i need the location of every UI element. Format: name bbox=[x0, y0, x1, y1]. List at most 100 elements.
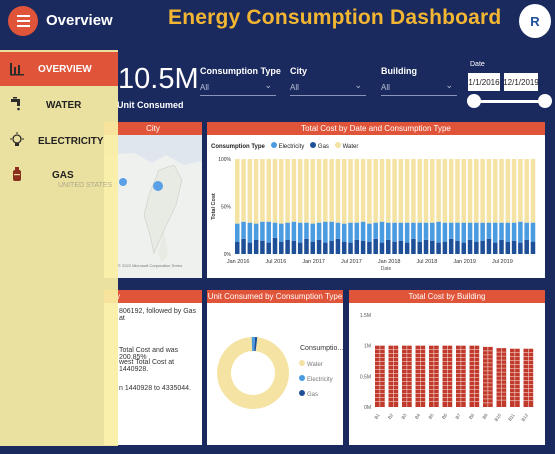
building-bar[interactable] bbox=[442, 345, 453, 407]
bar-segment-electricity[interactable] bbox=[467, 222, 473, 240]
map-city-marker[interactable] bbox=[119, 178, 127, 186]
cost-by-date-chart[interactable]: 0% 50% 100% Jan 2016 Jul 2016 Jan 2017 Jul 201… bbox=[207, 135, 545, 278]
bar-segment-electricity[interactable] bbox=[398, 222, 404, 241]
bar-segment-gas[interactable] bbox=[474, 241, 479, 254]
bar-segment-water[interactable] bbox=[430, 159, 435, 223]
building-bar[interactable] bbox=[429, 345, 439, 407]
bar-segment-electricity[interactable] bbox=[272, 222, 278, 238]
bar-segment-water[interactable] bbox=[373, 159, 378, 223]
bar-segment-water[interactable] bbox=[392, 159, 397, 223]
bar-segment-electricity[interactable] bbox=[360, 221, 366, 241]
building-bar[interactable] bbox=[523, 348, 534, 407]
bar-segment-electricity[interactable] bbox=[455, 222, 460, 241]
building-select[interactable]: All ⌄ bbox=[381, 80, 457, 96]
bar-segment-water[interactable] bbox=[304, 159, 309, 223]
bar-segment-electricity[interactable] bbox=[373, 222, 378, 239]
bar-segment-gas[interactable] bbox=[448, 238, 454, 254]
bar-segment-water[interactable] bbox=[486, 159, 492, 223]
bar-segment-water[interactable] bbox=[360, 159, 366, 222]
bar-segment-water[interactable] bbox=[316, 159, 322, 223]
bar-segment-gas[interactable] bbox=[310, 241, 316, 254]
bar-segment-water[interactable] bbox=[474, 159, 479, 223]
bar-segment-gas[interactable] bbox=[411, 238, 416, 254]
bar-segment-water[interactable] bbox=[386, 159, 391, 223]
bar-segment-gas[interactable] bbox=[486, 238, 492, 254]
bar-segment-gas[interactable] bbox=[511, 240, 517, 254]
bar-segment-gas[interactable] bbox=[279, 241, 284, 254]
building-bar[interactable] bbox=[483, 346, 493, 407]
bar-segment-gas[interactable] bbox=[241, 238, 246, 254]
bar-segment-water[interactable] bbox=[241, 159, 246, 222]
bar-segment-water[interactable] bbox=[404, 159, 410, 223]
bar-segment-gas[interactable] bbox=[423, 239, 429, 254]
building-bar[interactable] bbox=[415, 345, 426, 407]
building-bar[interactable] bbox=[375, 345, 385, 407]
building-bar[interactable] bbox=[402, 345, 412, 407]
bar-segment-electricity[interactable] bbox=[461, 222, 467, 243]
bar-segment-gas[interactable] bbox=[235, 241, 240, 254]
bar-segment-water[interactable] bbox=[348, 159, 353, 223]
bar-segment-water[interactable] bbox=[341, 159, 347, 224]
bar-segment-gas[interactable] bbox=[398, 240, 404, 254]
bar-segment-electricity[interactable] bbox=[341, 223, 347, 242]
bar-segment-gas[interactable] bbox=[480, 240, 485, 254]
bar-segment-water[interactable] bbox=[423, 159, 429, 223]
bar-segment-water[interactable] bbox=[455, 159, 460, 223]
bar-segment-electricity[interactable] bbox=[430, 222, 435, 241]
bar-segment-gas[interactable] bbox=[260, 240, 265, 254]
bar-segment-gas[interactable] bbox=[430, 240, 435, 254]
bar-segment-water[interactable] bbox=[518, 159, 523, 222]
bar-segment-water[interactable] bbox=[379, 159, 385, 222]
bar-segment-gas[interactable] bbox=[386, 239, 391, 254]
bar-segment-electricity[interactable] bbox=[297, 222, 303, 243]
bar-segment-gas[interactable] bbox=[379, 242, 385, 254]
bar-segment-water[interactable] bbox=[499, 159, 504, 223]
bar-segment-electricity[interactable] bbox=[417, 222, 422, 242]
bar-segment-electricity[interactable] bbox=[486, 222, 492, 239]
bar-segment-water[interactable] bbox=[297, 159, 303, 223]
bar-segment-water[interactable] bbox=[335, 159, 341, 223]
bar-segment-electricity[interactable] bbox=[329, 221, 334, 241]
bar-segment-water[interactable] bbox=[436, 159, 441, 222]
bar-segment-electricity[interactable] bbox=[511, 222, 517, 241]
hamburger-menu-button[interactable] bbox=[8, 6, 38, 36]
bar-segment-water[interactable] bbox=[279, 159, 284, 224]
bar-segment-water[interactable] bbox=[266, 159, 271, 222]
bar-segment-gas[interactable] bbox=[373, 238, 378, 254]
bar-segment-gas[interactable] bbox=[291, 240, 297, 254]
date-range-slider-track[interactable] bbox=[474, 100, 544, 103]
bar-segment-electricity[interactable] bbox=[279, 223, 284, 242]
bar-segment-gas[interactable] bbox=[524, 239, 529, 254]
bar-segment-gas[interactable] bbox=[329, 240, 334, 254]
bar-segment-electricity[interactable] bbox=[266, 221, 271, 243]
bar-segment-water[interactable] bbox=[253, 159, 259, 224]
city-map[interactable]: © 2022 Microsoft Corporation Terms bbox=[104, 135, 202, 278]
bar-segment-electricity[interactable] bbox=[304, 222, 309, 239]
bar-segment-electricity[interactable] bbox=[448, 222, 454, 239]
bar-segment-gas[interactable] bbox=[360, 240, 366, 254]
bar-segment-water[interactable] bbox=[323, 159, 328, 222]
bar-segment-water[interactable] bbox=[260, 159, 265, 222]
bar-segment-electricity[interactable] bbox=[247, 222, 253, 243]
building-bar[interactable] bbox=[510, 348, 520, 407]
bar-segment-gas[interactable] bbox=[467, 239, 473, 254]
bar-segment-gas[interactable] bbox=[354, 239, 360, 254]
city-select[interactable]: All ⌄ bbox=[290, 80, 366, 96]
bar-segment-water[interactable] bbox=[329, 159, 334, 222]
bar-segment-gas[interactable] bbox=[272, 237, 278, 254]
bar-segment-water[interactable] bbox=[442, 159, 448, 223]
bar-segment-gas[interactable] bbox=[297, 242, 303, 254]
bar-segment-electricity[interactable] bbox=[310, 223, 316, 242]
bar-segment-electricity[interactable] bbox=[499, 222, 504, 240]
date-slider-end-handle[interactable] bbox=[538, 94, 552, 108]
bar-segment-water[interactable] bbox=[367, 159, 372, 224]
bar-segment-electricity[interactable] bbox=[423, 222, 429, 240]
bar-segment-electricity[interactable] bbox=[524, 222, 529, 240]
bar-segment-electricity[interactable] bbox=[505, 222, 511, 242]
bar-segment-gas[interactable] bbox=[247, 242, 253, 254]
bar-segment-gas[interactable] bbox=[417, 241, 422, 254]
bar-segment-gas[interactable] bbox=[341, 241, 347, 254]
bar-segment-gas[interactable] bbox=[518, 242, 523, 254]
bar-segment-water[interactable] bbox=[354, 159, 360, 223]
bar-segment-water[interactable] bbox=[467, 159, 473, 223]
